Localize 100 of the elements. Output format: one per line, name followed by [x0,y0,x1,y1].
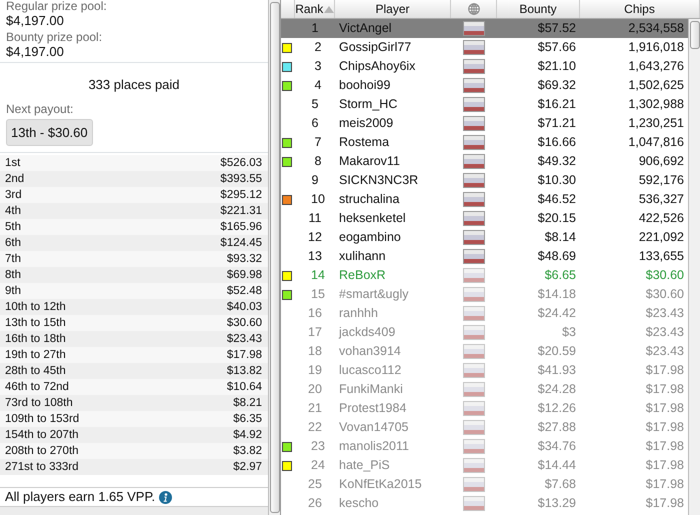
bounty-cell-text: $16.21 [536,96,577,114]
payout-amount: $69.98 [226,268,262,283]
rank-cell-text: 21 [307,400,323,418]
bounty-cell-text: $6.65 [544,267,577,284]
table-row[interactable]: 11 heksenketel $20.15 422,526 [281,209,688,228]
bounty-cell-text: $13.29 [536,495,577,512]
bounty-cell-text: $8.14 [544,229,577,246]
table-row[interactable]: 4 boohoi99 $69.32 1,502,625 [281,76,688,95]
player-name: GossipGirl77 [338,39,412,56]
table-row[interactable]: 3 ChipsAhoy6ix $21.10 1,643,276 [281,57,688,76]
column-header[interactable]: Player [335,0,451,18]
rank-cell-text: 22 [307,419,323,436]
table-row[interactable]: 7 Rostema $16.66 1,047,816 [281,133,688,152]
bounty-cell-text: $71.21 [536,115,577,132]
bounty-cell-text: $16.66 [536,134,577,152]
chips-cell-text: $23.43 [644,305,685,322]
table-row[interactable]: 2 GossipGirl77 $57.66 1,916,018 [281,38,688,57]
rank-cell-text: 13 [307,248,323,266]
payout-amount: $13.82 [226,364,262,379]
player-name: FunkiManki [338,381,404,398]
payout-amount: $93.32 [226,252,262,267]
column-header[interactable]: Bounty [497,0,580,18]
payout-place: 271st to 333rd [5,460,79,475]
bounty-cell-text: $48.69 [536,248,577,266]
rank-cell-text: 15 [310,286,326,304]
table-row[interactable]: 5 Storm_HC $16.21 1,302,988 [281,95,688,114]
payout-place: 109th to 153rd [5,412,80,427]
flag-icon [463,458,485,473]
chips-cell-text: $17.98 [644,457,685,474]
rank-cell-text: 19 [307,362,323,380]
player-name: boohoi99 [338,77,392,94]
chips-cell-text: 1,230,251 [627,115,685,132]
table-row[interactable]: 12 eogambino $8.14 221,092 [281,228,688,247]
chips-cell-text: $17.98 [644,362,685,380]
flag-icon [463,325,485,340]
flag-icon [463,382,485,397]
scrollbar[interactable] [688,19,700,515]
scrollbar-thumb[interactable] [690,21,700,49]
chips-cell-text: 592,176 [638,172,685,190]
chips-cell-text: 536,327 [638,191,685,208]
bounty-cell-text: $24.28 [536,381,577,398]
payout-place: 73rd to 108th [5,396,73,411]
rank-cell-text: 4 [314,77,322,94]
payout-place: 154th to 207th [5,428,79,443]
flag-icon [463,287,485,302]
payout-place: 16th to 18th [5,332,66,347]
bounty-cell-text: $41.93 [536,362,577,380]
rank-cell-text: 17 [307,324,323,342]
rank-cell-text: 25 [307,476,323,494]
payout-amount: $295.12 [220,188,262,203]
rank-cell-text: 14 [310,267,326,284]
flag-icon [463,230,485,245]
rank-cell-text: 1 [310,20,320,38]
payout-amount: $6.35 [233,412,262,427]
player-name: KoNfEtKa2015 [338,476,423,494]
next-payout-label: Next payout: [6,102,74,116]
flag-icon [463,192,485,207]
flag-icon [463,97,485,112]
payout-amount: $8.21 [233,396,262,411]
table-row[interactable]: 13 xulihann $48.69 133,655 [281,247,688,266]
table-row[interactable]: 8 Makarov11 $49.32 906,692 [281,152,688,171]
rank-cell-text: 5 [310,96,320,114]
next-payout-value: 13th - $30.60 [6,118,93,146]
payout-amount: $3.82 [233,444,262,459]
payout-amount: $17.98 [226,348,262,363]
table-row[interactable]: 1 VictAngel $57.52 2,534,558 [281,19,688,38]
bounty-cell-text: $49.32 [536,153,577,170]
chips-cell-text: 1,916,018 [627,39,685,56]
payout-place: 10th to 12th [5,300,66,315]
chips-cell-text: 1,047,816 [627,134,685,152]
table-row[interactable]: 10 struchalina $46.52 536,327 [281,190,688,209]
player-name: meis2009 [338,115,394,132]
column-header[interactable]: Chips [580,0,700,18]
player-name: heksenketel [338,210,407,228]
payout-place: 3rd [5,188,22,203]
prize-pool-label: Bounty prize pool: [6,31,104,44]
rank-cell-text: 23 [310,438,326,456]
flag-icon [463,249,485,264]
flag-icon [463,40,485,55]
flag-icon [463,477,485,492]
payout-place: 2nd [5,172,24,187]
player-name: eogambino [338,229,402,246]
payout-amount: $221.31 [220,204,262,219]
payout-place: 9th [5,284,21,299]
column-header[interactable]: Rank [295,0,335,18]
payout-place: 13th to 15th [5,316,66,331]
table-row[interactable]: 14 ReBoxR $6.65 $30.60 [281,266,688,285]
table-row[interactable]: 6 meis2009 $71.21 1,230,251 [281,114,688,133]
player-name: Protest1984 [338,400,408,418]
chips-cell-text: 906,692 [638,153,685,170]
payout-place: 4th [5,204,21,219]
rank-cell-text: 16 [307,305,323,322]
chips-cell-text: 1,302,988 [627,96,685,114]
table-row[interactable]: 9 SICKN3NC3R $10.30 592,176 [281,171,688,190]
rank-cell-text: 8 [314,153,322,170]
player-name: xulihann [338,248,387,266]
payout-amount: $52.48 [226,284,262,299]
bounty-cell-text: $7.68 [544,476,577,494]
player-name: lucasco112 [338,362,402,380]
chips-cell-text: $17.98 [644,438,685,456]
